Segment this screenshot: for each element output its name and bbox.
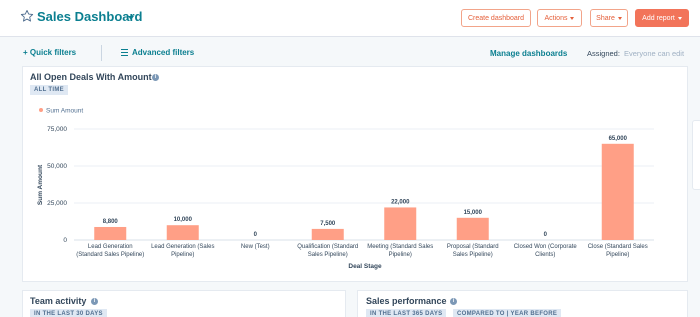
data-label: 0 (544, 232, 548, 238)
category-label: (Standard Sales Pipeline) (76, 252, 144, 258)
category-label: Pipeline) (171, 252, 194, 258)
bar-chart: Sum Amount 0 25,000 50,000 75,000 Sum Amount 8… (37, 108, 654, 270)
bar (166, 225, 199, 240)
sales-performance-title[interactable]: Sales performance (366, 296, 447, 306)
data-label: 15,000 (464, 210, 483, 216)
category-label: Close (Standard Sales (588, 244, 648, 250)
category-label: Lead Generation (88, 244, 133, 250)
bar (311, 228, 344, 240)
category-label: Meeting (Standard Sales (367, 244, 433, 250)
category-label: Qualification (Standard (297, 244, 358, 250)
y-tick-label: 50,000 (47, 163, 67, 170)
info-icon[interactable]: i (450, 298, 457, 305)
y-axis-label: Sum Amount (37, 164, 44, 205)
bar (601, 143, 634, 240)
category-label: Closed Won (Corporate (514, 244, 578, 250)
x-axis-label: Deal Stage (348, 263, 382, 270)
team-activity-title[interactable]: Team activity (30, 296, 86, 306)
bar (456, 217, 489, 240)
category-label: Pipeline) (389, 252, 412, 258)
category-label: New (Test) (241, 244, 270, 250)
data-label: 8,800 (103, 219, 119, 225)
data-label: 0 (254, 232, 258, 238)
y-tick-label: 25,000 (47, 200, 67, 207)
info-icon[interactable]: i (91, 298, 98, 305)
y-tick-label: 0 (63, 237, 67, 244)
category-label: Sales Pipeline) (453, 252, 493, 258)
team-activity-tag: IN THE LAST 30 DAYS (30, 309, 107, 317)
category-label: Lead Generation (Sales (151, 244, 214, 250)
legend-swatch (39, 108, 43, 112)
sales-performance-tag-compare: COMPARED TO | YEAR BEFORE (453, 309, 562, 317)
side-panel-tab[interactable] (692, 120, 700, 190)
data-label: 10,000 (174, 217, 193, 223)
data-label: 22,000 (391, 199, 410, 205)
category-label: Clients) (535, 252, 555, 258)
category-label: Proposal (Standard (447, 244, 499, 250)
bar (384, 207, 417, 240)
legend-label: Sum Amount (46, 108, 83, 115)
data-label: 7,500 (320, 221, 336, 227)
sales-performance-tag-range: IN THE LAST 365 DAYS (366, 309, 447, 317)
data-label: 65,000 (609, 136, 628, 142)
bar (94, 226, 127, 240)
y-tick-label: 75,000 (47, 126, 67, 133)
category-label: Pipeline) (606, 252, 629, 258)
category-label: Sales Pipeline) (308, 252, 348, 258)
